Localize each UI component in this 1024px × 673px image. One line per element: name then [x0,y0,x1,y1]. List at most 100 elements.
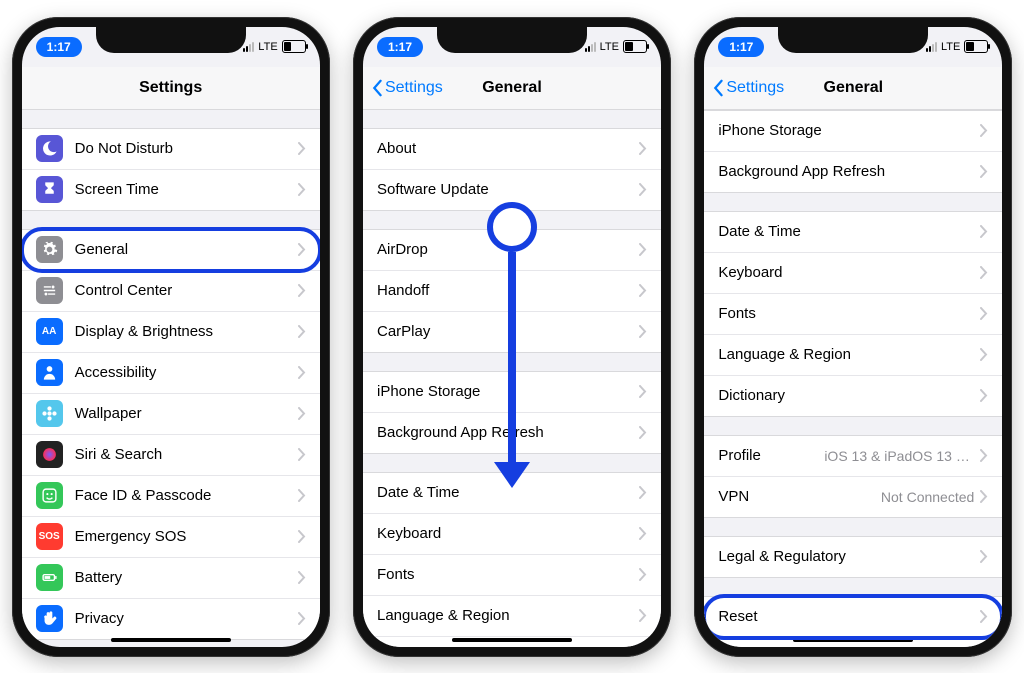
iphone-storage-label: iPhone Storage [718,122,980,139]
privacy-icon [36,605,63,632]
row-general[interactable]: General [22,230,320,271]
chevron-right-icon [298,612,306,625]
bg-refresh-label: Background App Refresh [718,163,980,180]
row-carplay[interactable]: CarPlay [363,312,661,352]
row-keyboard[interactable]: Keyboard [363,514,661,555]
profile-label: Profile [718,447,824,464]
back-button[interactable]: Settings [371,79,443,97]
row-handoff[interactable]: Handoff [363,271,661,312]
notch [96,27,246,53]
row-software-update[interactable]: Software Update [363,170,661,210]
back-button[interactable]: Settings [712,79,784,97]
chevron-right-icon [639,142,647,155]
status-time: 1:17 [377,37,423,57]
row-sos[interactable]: SOS Emergency SOS [22,517,320,558]
fonts-label: Fonts [377,566,639,583]
home-indicator[interactable] [452,638,572,642]
row-keyboard[interactable]: Keyboard [704,253,1002,294]
siri-icon [36,441,63,468]
phone-3: 1:17 LTE SettingsGeneral iPhone Storage … [694,17,1012,657]
row-vpn[interactable]: VPNNot Connected [704,477,1002,517]
phone-1: 1:17 LTE Settings Do Not Disturb Screen … [12,17,330,657]
row-iphone-storage[interactable]: iPhone Storage [704,111,1002,152]
display-icon: AA [36,318,63,345]
row-display[interactable]: AADisplay & Brightness [22,312,320,353]
privacy-label: Privacy [75,610,298,627]
row-reset[interactable]: Reset [704,597,1002,638]
row-lang-region[interactable]: Language & Region [704,335,1002,376]
row-control-center[interactable]: Control Center [22,271,320,312]
chevron-right-icon [298,142,306,155]
chevron-right-icon [298,448,306,461]
signal-icon [926,42,937,52]
row-do-not-disturb[interactable]: Do Not Disturb [22,129,320,170]
row-battery[interactable]: Battery [22,558,320,599]
row-fonts[interactable]: Fonts [704,294,1002,335]
home-indicator[interactable] [793,638,913,642]
chevron-right-icon [639,385,647,398]
reset-label: Reset [718,608,980,625]
status-time: 1:17 [36,37,82,57]
do-not-disturb-label: Do Not Disturb [75,140,298,157]
wallpaper-icon [36,400,63,427]
control-center-icon [36,277,63,304]
row-fonts[interactable]: Fonts [363,555,661,596]
faceid-icon [36,482,63,509]
row-privacy[interactable]: Privacy [22,599,320,639]
back-label: Settings [726,79,784,97]
software-update-label: Software Update [377,181,639,198]
row-bg-refresh[interactable]: Background App Refresh [363,413,661,453]
vpn-detail: Not Connected [881,489,974,505]
row-faceid[interactable]: Face ID & Passcode [22,476,320,517]
battery-icon [282,40,306,53]
siri-label: Siri & Search [75,446,298,463]
chevron-right-icon [298,243,306,256]
row-date-time[interactable]: Date & Time [704,212,1002,253]
signal-icon [243,42,254,52]
navbar: SettingsGeneral [704,67,1002,110]
chevron-right-icon [980,550,988,563]
screen-time-icon [36,176,63,203]
settings-list[interactable]: Do Not Disturb Screen Time General Contr… [22,110,320,640]
row-wallpaper[interactable]: Wallpaper [22,394,320,435]
phone-2: 1:17 LTE SettingsGeneral About Software … [353,17,671,657]
page-title: General [482,79,542,97]
row-screen-time[interactable]: Screen Time [22,170,320,210]
about-label: About [377,140,639,157]
sos-label: Emergency SOS [75,528,298,545]
row-about[interactable]: About [363,129,661,170]
sos-icon: SOS [36,523,63,550]
chevron-right-icon [980,389,988,402]
home-indicator[interactable] [111,638,231,642]
chevron-left-icon [371,79,383,97]
row-bg-refresh[interactable]: Background App Refresh [704,152,1002,192]
chevron-right-icon [639,243,647,256]
row-lang-region[interactable]: Language & Region [363,596,661,637]
row-legal[interactable]: Legal & Regulatory [704,537,1002,577]
navbar: Settings General [363,67,661,110]
page-title: Settings [139,79,202,97]
carrier-label: LTE [941,41,960,53]
row-iphone-storage[interactable]: iPhone Storage [363,372,661,413]
chevron-right-icon [980,124,988,137]
row-profile[interactable]: ProfileiOS 13 & iPadOS 13 Beta Softwar..… [704,436,1002,477]
chevron-right-icon [639,609,647,622]
row-dictionary[interactable]: Dictionary [704,376,1002,416]
row-date-time[interactable]: Date & Time [363,473,661,514]
chevron-right-icon [639,527,647,540]
row-airdrop[interactable]: AirDrop [363,230,661,271]
vpn-label: VPN [718,488,881,505]
row-accessibility[interactable]: Accessibility [22,353,320,394]
lang-region-label: Language & Region [718,346,980,363]
bg-refresh-label: Background App Refresh [377,424,639,441]
group-3: Date & Time Keyboard Fonts Language & Re… [363,472,661,647]
status-time: 1:17 [718,37,764,57]
settings-list[interactable]: iPhone Storage Background App Refresh Da… [704,110,1002,647]
row-siri[interactable]: Siri & Search [22,435,320,476]
chevron-right-icon [980,449,988,462]
wallpaper-label: Wallpaper [75,405,298,422]
legal-label: Legal & Regulatory [718,548,980,565]
chevron-right-icon [298,325,306,338]
settings-list[interactable]: About Software Update AirDrop Handoff Ca… [363,110,661,647]
airdrop-label: AirDrop [377,241,639,258]
